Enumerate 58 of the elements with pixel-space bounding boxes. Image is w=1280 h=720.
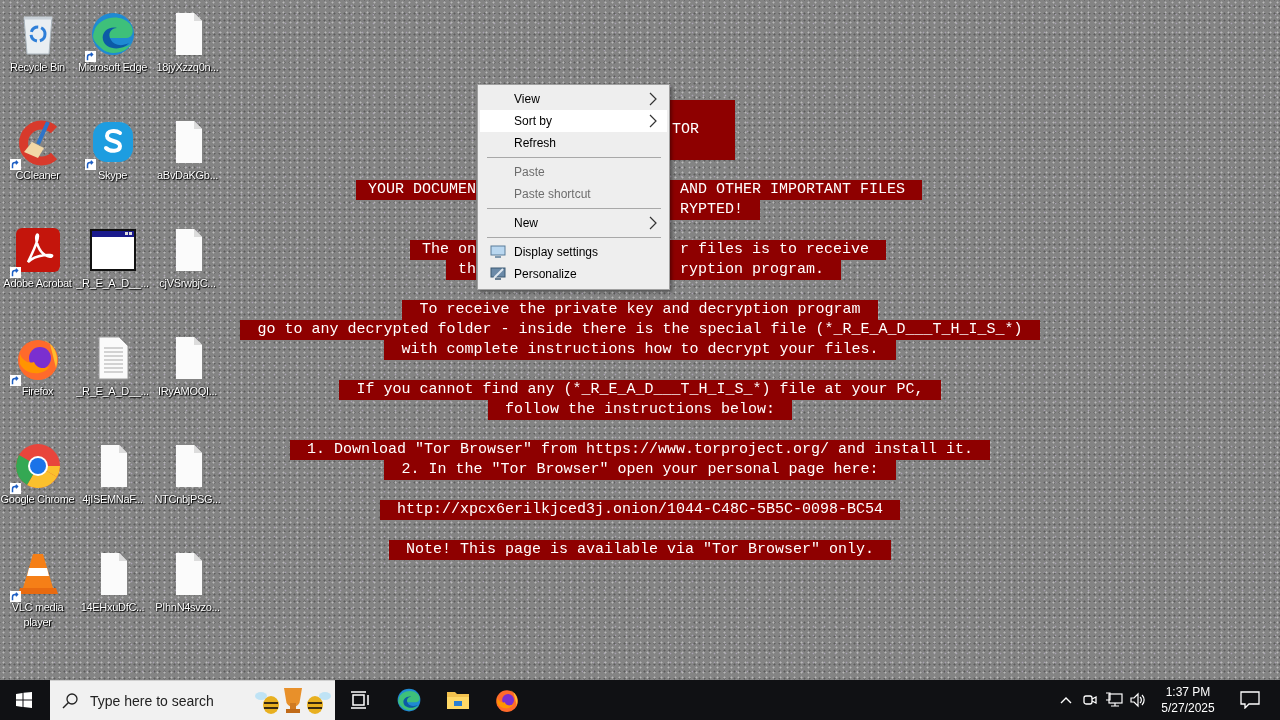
note-text: To receive the private key and decryption program [402,300,878,320]
note-text: go to any decrypted folder - inside there is the special file (*_R_E_A_D___T_H_I_S_*) [240,320,1040,340]
note-text: If you cannot find any (*_R_E_A_D___T_H_I_S_*) file at your PC, [339,380,941,400]
search-bar[interactable]: Type here to search [50,680,335,720]
volume-icon [1129,692,1147,708]
note-text: th [446,260,476,280]
chevron-up-icon [1060,696,1072,704]
icon-label[interactable]: VLC media player [0,600,75,630]
note-text: r files is to receive [670,240,887,260]
windows-logo-icon [16,692,32,708]
icon-label[interactable]: Skype [75,168,150,183]
browser-icon [493,687,520,713]
note-text: ryption program. [670,260,842,280]
menu-item[interactable]: Refresh [480,132,667,154]
note-text: TOR [670,100,735,160]
task-view-icon [349,691,370,709]
icon-label[interactable]: PIhnN4svzo... [150,600,225,615]
note-text: http://xpcx6erilkjced3j.onion/1044-C48C-5B5C-0098-BC54 [379,500,901,520]
icon-label[interactable]: Firefox [0,384,75,399]
icon-label[interactable]: aBvDaKGb... [150,168,225,183]
browser-icon[interactable] [13,442,62,490]
icon-label[interactable]: _R_E_A_D__... [75,384,150,399]
icon-label[interactable]: cjVSrwbjC... [150,276,225,291]
note-text: 2. In the "Tor Browser" open your personal page here: [384,460,896,480]
note-text: Note! This page is available via "Tor Browser" only. [388,540,892,560]
icon-label[interactable]: Google Chrome [0,492,75,507]
folder-icon [445,690,470,710]
note-text: AND OTHER IMPORTANT FILES [670,180,923,200]
icon-label[interactable]: NTCnbjPSG... [150,492,225,507]
icon-label[interactable]: Adobe Acrobat [0,276,75,291]
note-text: 1. Download "Tor Browser" from https://www.torproject.org/ and install it. [289,440,991,460]
notification-icon [1240,691,1260,709]
note-text: YOUR DOCUMEN [355,180,476,200]
browser-icon [395,687,422,713]
clock[interactable]: 1:37 PM 5/27/2025 [1150,680,1226,720]
video-camera-icon [1082,692,1098,708]
icon-label[interactable]: Microsoft Edge [75,60,150,75]
search-icon [62,692,78,709]
icon-label[interactable]: Recycle Bin [0,60,75,75]
menu-item[interactable]: Personalize [480,263,667,285]
menu-item[interactable]: Display settings [480,241,667,263]
window-icon[interactable] [88,226,137,274]
note-text: RYPTED! [670,200,760,220]
network-icon [1105,692,1123,708]
search-input[interactable]: Type here to search [88,691,255,710]
note-text: with complete instructions how to decrypt your files. [384,340,896,360]
icon-label[interactable]: CCleaner [0,168,75,183]
menu-item[interactable]: Sort by [480,110,667,132]
menu-item[interactable]: New [480,212,667,234]
icon-label[interactable]: _R_E_A_D__... [75,276,150,291]
menu-item[interactable]: View [480,88,667,110]
icon-label[interactable]: 14EHxuDfC... [75,600,150,615]
note-text: follow the instructions below: [487,400,792,420]
note-text: The on [410,240,476,260]
icon-label[interactable]: IRyAMOQI... [150,384,225,399]
icon-label[interactable]: 18jyXzzq0n... [150,60,225,75]
icon-label[interactable]: 4jISEMNaF... [75,492,150,507]
document-app-icon[interactable] [13,226,62,274]
